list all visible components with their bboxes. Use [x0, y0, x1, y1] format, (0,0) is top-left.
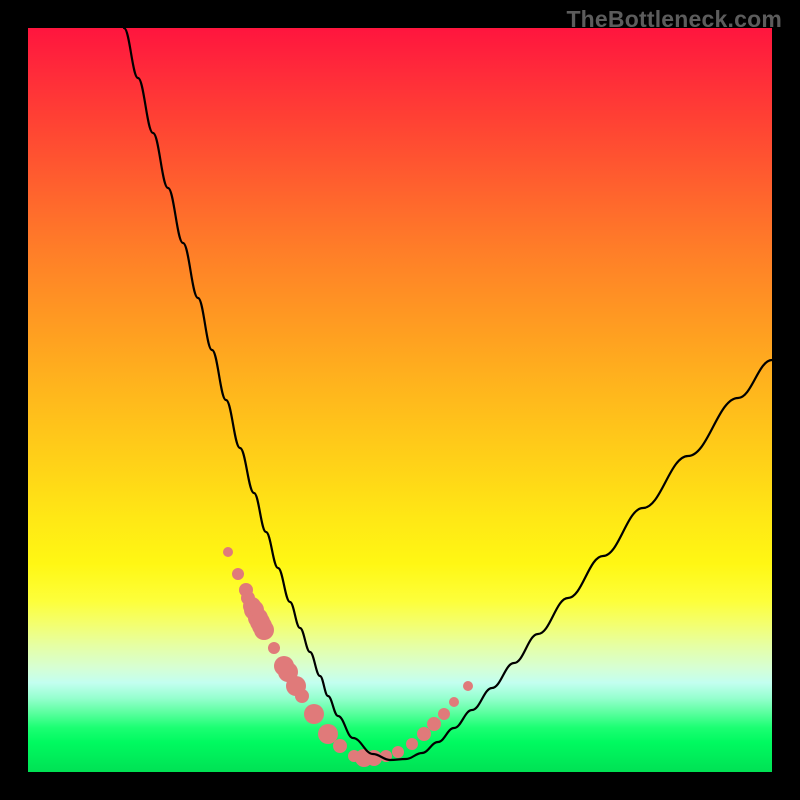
- scatter-dot: [333, 739, 347, 753]
- scatter-dot: [318, 724, 338, 744]
- scatter-dot: [463, 681, 473, 691]
- watermark-text: TheBottleneck.com: [566, 6, 782, 33]
- plot-area: [28, 28, 772, 772]
- scatter-dot: [295, 689, 309, 703]
- chart-frame: TheBottleneck.com: [0, 0, 800, 800]
- scatter-dot: [449, 697, 459, 707]
- scatter-dot: [417, 727, 431, 741]
- scatter-dot: [406, 738, 418, 750]
- chart-svg: [28, 28, 772, 772]
- main-curve: [124, 28, 772, 760]
- scatter-dot: [268, 642, 280, 654]
- scatter-dot: [438, 708, 450, 720]
- scatter-dot: [427, 717, 441, 731]
- scatter-dot: [304, 704, 324, 724]
- scatter-dot: [392, 746, 404, 758]
- scatter-dot: [254, 620, 274, 640]
- scatter-dot: [232, 568, 244, 580]
- scatter-dot: [223, 547, 233, 557]
